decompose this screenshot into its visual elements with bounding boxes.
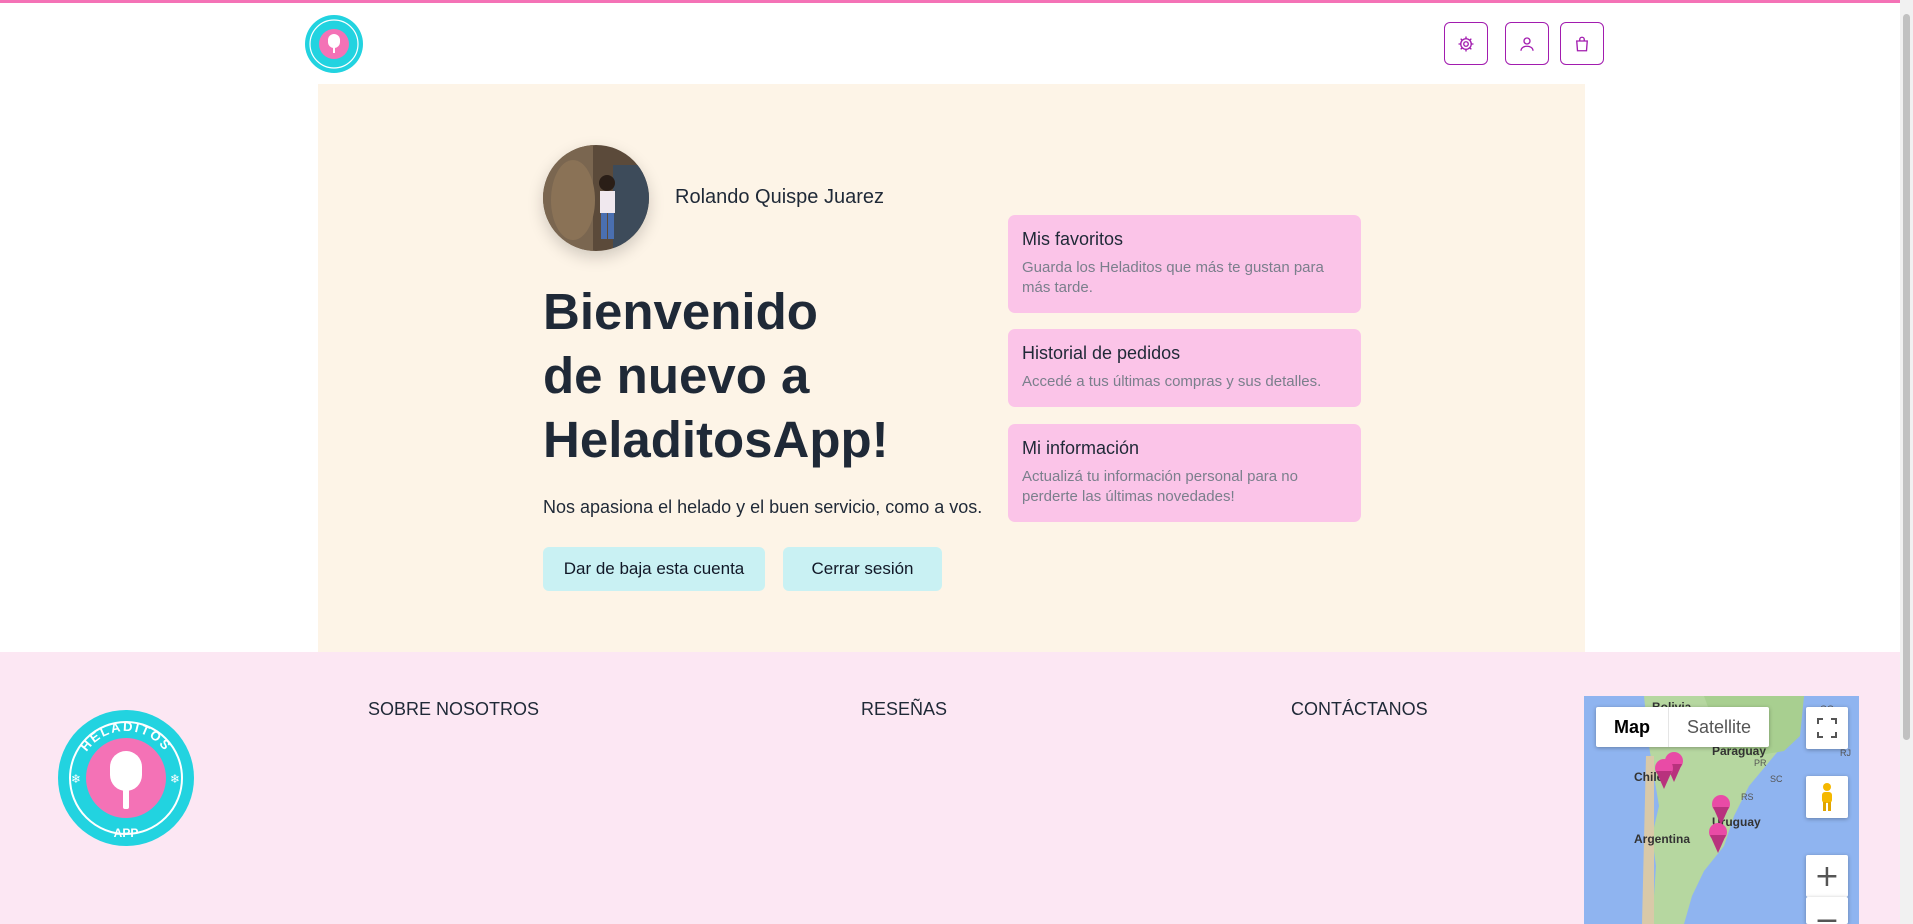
map-tab-satellite[interactable]: Satellite [1668,707,1769,747]
svg-text:❄: ❄ [71,772,81,786]
footer-link-reviews[interactable]: RESEÑAS [861,699,947,720]
avatar[interactable] [543,145,649,251]
delete-account-button[interactable]: Dar de baja esta cuenta [543,547,765,591]
fullscreen-icon [1817,718,1837,738]
tagline: Nos apasiona el helado y el buen servici… [543,497,983,517]
gear-icon [1458,36,1474,51]
scrollbar-thumb[interactable] [1903,14,1910,740]
google-map[interactable]: Bolivia Paraguay Chile Uruguay Argentina… [1584,696,1859,924]
avatar-photo [543,145,649,251]
page-scrollbar[interactable] [1900,0,1913,924]
welcome-line-1: Bienvenido [543,283,818,340]
zoom-in-button[interactable]: + [1806,855,1848,897]
card-description: Accedé a tus últimas compras y sus detal… [1022,373,1322,390]
logout-button[interactable]: Cerrar sesión [783,547,942,591]
fullscreen-button[interactable] [1806,707,1848,749]
street-view-button[interactable] [1806,776,1848,818]
card-title: Mis favoritos [1022,229,1124,249]
favorites-card[interactable]: Mis favoritos Guarda los Heladitos que m… [1008,215,1361,313]
cart-button[interactable] [1560,22,1604,65]
welcome-heading: Bienvenido de nuevo a HeladitosApp! [543,280,973,472]
my-information-card[interactable]: Mi información Actualizá tu información … [1008,424,1361,522]
shopping-bag-icon [1576,36,1588,51]
svg-text:❄: ❄ [170,772,180,786]
welcome-line-3: HeladitosApp! [543,411,889,468]
ice-cream-marker-icon[interactable] [1709,823,1727,853]
welcome-line-2: de nuevo a [543,347,810,404]
user-icon [1520,36,1534,51]
card-title: Historial de pedidos [1022,343,1181,363]
card-description: Guarda los Heladitos que más te gustan p… [1022,259,1324,296]
profile-button[interactable] [1505,22,1549,65]
settings-button[interactable] [1444,22,1488,65]
heladitos-footer-logo[interactable]: ❄ ❄ HELADITOS APP [57,709,195,847]
map-tab-map[interactable]: Map [1596,707,1668,747]
ice-cream-marker-icon[interactable] [1712,795,1730,825]
header [0,3,1900,83]
footer-link-about[interactable]: SOBRE NOSOTROS [368,699,539,720]
heladitos-logo[interactable] [304,14,364,74]
ice-cream-marker-icon[interactable] [1655,759,1673,789]
zoom-out-button[interactable]: − [1806,897,1848,924]
pegman-icon [1822,783,1832,811]
order-history-card[interactable]: Historial de pedidos Accedé a tus última… [1008,329,1361,407]
logo-text-bottom: APP [114,826,139,840]
footer: ❄ ❄ HELADITOS APP SOBRE NOSOTROS RESEÑAS… [0,652,1900,924]
footer-link-contact[interactable]: CONTÁCTANOS [1291,699,1428,720]
card-title: Mi información [1022,438,1140,458]
user-name: Rolando Quispe Juarez [675,186,885,208]
welcome-hero: Rolando Quispe Juarez Bienvenido de nuev… [318,84,1585,652]
card-description: Actualizá tu información personal para n… [1022,468,1298,505]
map-type-toggle: Map Satellite [1596,707,1770,747]
